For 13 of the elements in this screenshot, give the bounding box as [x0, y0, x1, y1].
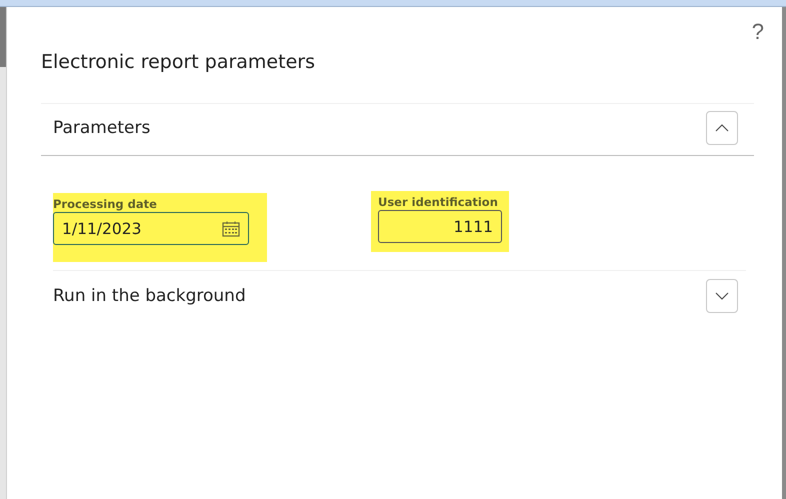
field-label: User identification [378, 195, 499, 209]
chevron-up-icon [715, 124, 729, 132]
field-label: Processing date [53, 197, 158, 211]
calendar-icon[interactable] [222, 220, 240, 236]
expand-toggle-button[interactable] [706, 279, 738, 313]
dialog-title: Electronic report parameters [41, 51, 316, 73]
chevron-down-icon [715, 292, 729, 300]
expand-toggle-button[interactable] [706, 111, 738, 145]
input-field[interactable]: 1/11/2023 [53, 212, 249, 245]
section-title: Parameters [53, 118, 150, 138]
help-button[interactable]: ? [752, 19, 764, 45]
section-title: Run in the background [53, 286, 246, 306]
input-field[interactable]: 1111 [378, 210, 502, 243]
